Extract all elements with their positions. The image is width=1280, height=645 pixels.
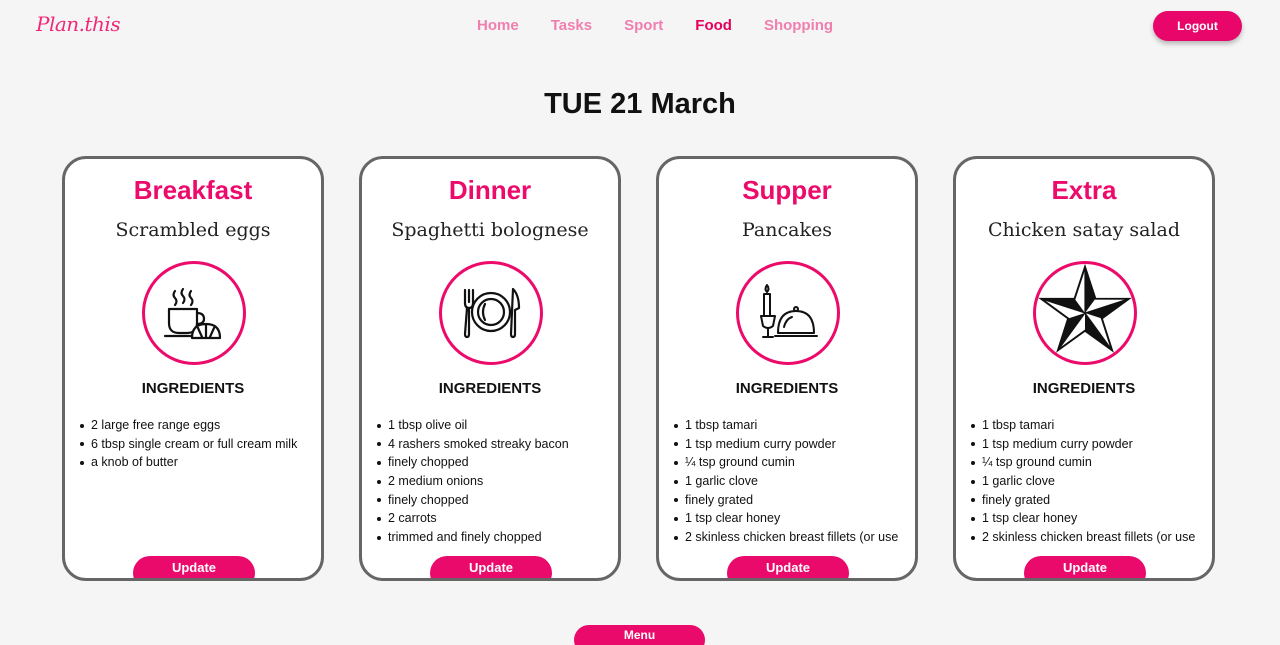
dish-name: Scrambled eggs <box>115 219 271 241</box>
meal-icon-circle <box>736 261 840 365</box>
coffee-croissant-icon <box>163 287 222 340</box>
candle-cloche-icon <box>760 284 818 338</box>
ingredients-heading: INGREDIENTS <box>735 380 839 397</box>
ingredient-item: finely grated <box>969 491 1212 510</box>
nav-sport[interactable]: Sport <box>624 17 663 34</box>
ingredient-item: 2 skinless chicken breast fillets (or us… <box>672 528 915 547</box>
ingredient-item: ¼ tsp ground cumin <box>672 453 915 472</box>
ingredient-item: 1 tsp medium curry powder <box>672 435 915 454</box>
ingredient-item: 1 garlic clove <box>969 472 1212 491</box>
nautical-star-icon <box>1038 264 1132 353</box>
ingredient-item: 2 carrots <box>375 509 618 528</box>
ingredients-heading: INGREDIENTS <box>141 380 245 397</box>
menu-button[interactable]: Menu <box>574 625 705 645</box>
meal-card-supper: Supper Pancakes INGREDIENTS 1 tbsp tamar… <box>656 156 918 581</box>
ingredients-list: 1 tbsp tamari 1 tsp medium curry powder … <box>969 416 1212 547</box>
meal-card-extra: Extra Chicken satay salad INGREDIENTS 1 … <box>953 156 1215 581</box>
update-button[interactable]: Update <box>1024 556 1146 578</box>
ingredient-item: 2 medium onions <box>375 472 618 491</box>
ingredient-item: finely grated <box>672 491 915 510</box>
nav-shopping[interactable]: Shopping <box>764 17 833 34</box>
app-logo[interactable]: Plan.this <box>36 12 121 36</box>
ingredient-item: 1 tbsp olive oil <box>375 416 618 435</box>
ingredient-item: 2 skinless chicken breast fillets (or us… <box>969 528 1212 547</box>
meal-title: Breakfast <box>133 175 253 205</box>
ingredient-item: 2 large free range eggs <box>78 416 321 435</box>
update-button[interactable]: Update <box>133 556 255 578</box>
meal-card-breakfast: Breakfast Scrambled eggs INGREDIENTS 2 l… <box>62 156 324 581</box>
nav-home[interactable]: Home <box>477 17 519 34</box>
ingredients-heading: INGREDIENTS <box>1032 380 1136 397</box>
ingredient-item: ¼ tsp ground cumin <box>969 453 1212 472</box>
ingredient-item: 6 tbsp single cream or full cream milk <box>78 435 321 454</box>
main-nav: Home Tasks Sport Food Shopping <box>477 17 833 34</box>
ingredient-item: a knob of butter <box>78 453 321 472</box>
ingredient-item: 4 rashers smoked streaky bacon <box>375 435 618 454</box>
meal-title: Supper <box>742 175 832 205</box>
ingredients-heading: INGREDIENTS <box>438 380 542 397</box>
nav-tasks[interactable]: Tasks <box>551 17 592 34</box>
ingredient-item: 1 tsp medium curry powder <box>969 435 1212 454</box>
page-title: TUE 21 March <box>544 88 736 120</box>
logout-button[interactable]: Logout <box>1153 11 1242 41</box>
ingredients-list: 1 tbsp tamari 1 tsp medium curry powder … <box>672 416 915 547</box>
update-button[interactable]: Update <box>430 556 552 578</box>
meal-title: Extra <box>1051 175 1117 205</box>
ingredient-item: finely chopped <box>375 491 618 510</box>
ingredient-item: finely chopped <box>375 453 618 472</box>
plate-cutlery-icon <box>463 287 521 339</box>
meal-icon-circle <box>439 261 543 365</box>
meal-card-dinner: Dinner Spaghetti bolognese INGREDIENTS 1… <box>359 156 621 581</box>
nav-food[interactable]: Food <box>695 17 732 34</box>
dish-name: Pancakes <box>742 219 832 241</box>
ingredient-item: 1 tsp clear honey <box>672 509 915 528</box>
ingredient-item: 1 tbsp tamari <box>969 416 1212 435</box>
meal-icon-circle <box>142 261 246 365</box>
meal-title: Dinner <box>448 175 532 205</box>
ingredients-list: 2 large free range eggs 6 tbsp single cr… <box>78 416 321 472</box>
dish-name: Chicken satay salad <box>988 219 1180 241</box>
ingredient-item: 1 tsp clear honey <box>969 509 1212 528</box>
dish-name: Spaghetti bolognese <box>391 219 589 241</box>
meal-icon-circle <box>1033 261 1137 365</box>
ingredients-list: 1 tbsp olive oil 4 rashers smoked streak… <box>375 416 618 547</box>
update-button[interactable]: Update <box>727 556 849 578</box>
ingredient-item: 1 tbsp tamari <box>672 416 915 435</box>
ingredient-item: trimmed and finely chopped <box>375 528 618 547</box>
ingredient-item: 1 garlic clove <box>672 472 915 491</box>
